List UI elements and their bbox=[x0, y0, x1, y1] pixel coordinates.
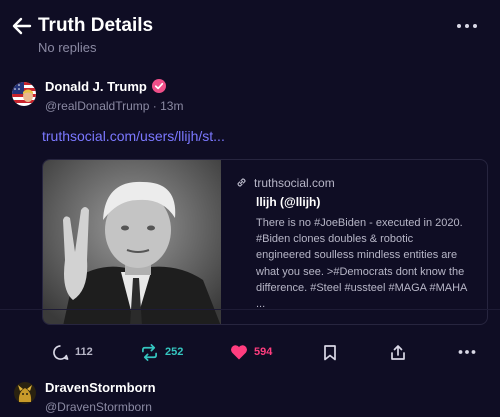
more-icon[interactable] bbox=[456, 20, 478, 32]
retruth-button[interactable]: 252 bbox=[140, 342, 183, 362]
author-name[interactable]: Donald J. Trump bbox=[45, 79, 166, 94]
reply-icon bbox=[53, 344, 69, 360]
share-icon bbox=[391, 344, 405, 360]
post-more-button[interactable] bbox=[458, 342, 476, 362]
link-icon bbox=[237, 178, 246, 187]
reply-author-handle: @DravenStormborn bbox=[45, 400, 152, 414]
reply-author-name[interactable]: DravenStormborn bbox=[45, 380, 156, 395]
retruth-icon bbox=[142, 343, 157, 361]
card-description: There is no #JoeBiden - executed in 2020… bbox=[256, 217, 467, 311]
post-link[interactable]: truthsocial.com/users/llijh/st... bbox=[42, 128, 225, 144]
avatar[interactable] bbox=[14, 382, 36, 404]
share-button[interactable] bbox=[390, 342, 406, 362]
card-domain-text: truthsocial.com bbox=[254, 176, 335, 190]
reply-count: 112 bbox=[75, 346, 93, 358]
bookmark-icon bbox=[324, 344, 336, 360]
author-handle-time: @realDonaldTrump · 13m bbox=[45, 99, 184, 113]
like-count: 594 bbox=[254, 346, 273, 358]
action-bar: 112 252 594 bbox=[0, 342, 500, 362]
link-preview-card[interactable]: truthsocial.com llijh (@llijh) There is … bbox=[42, 159, 488, 325]
reply-button[interactable]: 112 bbox=[52, 342, 93, 362]
page-title: Truth Details bbox=[38, 15, 154, 36]
bookmark-button[interactable] bbox=[323, 342, 337, 362]
avatar[interactable] bbox=[12, 82, 36, 106]
author-name-text: Donald J. Trump bbox=[45, 79, 147, 94]
card-domain: truthsocial.com bbox=[235, 176, 335, 190]
card-image bbox=[43, 160, 221, 324]
back-arrow-icon[interactable] bbox=[10, 14, 34, 38]
card-title: llijh (@llijh) bbox=[256, 195, 321, 209]
divider bbox=[0, 309, 500, 310]
header: Truth Details No replies bbox=[0, 0, 500, 62]
page-subtitle: No replies bbox=[38, 40, 97, 55]
like-button[interactable]: 594 bbox=[230, 342, 272, 362]
more-icon bbox=[458, 350, 476, 354]
verified-icon bbox=[151, 79, 166, 93]
heart-icon bbox=[231, 345, 247, 360]
retruth-count: 252 bbox=[165, 346, 184, 358]
